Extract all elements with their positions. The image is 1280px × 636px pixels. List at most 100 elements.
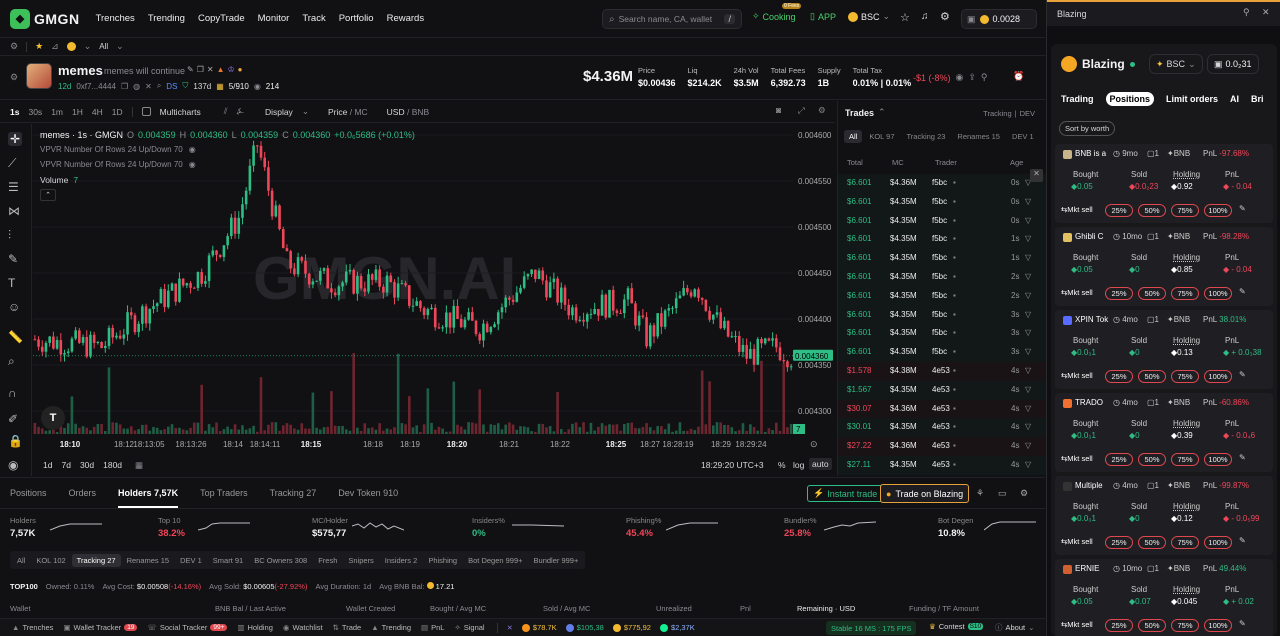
- nav-item-trenches[interactable]: Trenches: [96, 13, 135, 24]
- sell-25pct-button[interactable]: 25%: [1105, 287, 1133, 300]
- pattern-icon[interactable]: ⋈: [8, 204, 20, 218]
- sell-100pct-button[interactable]: 100%: [1204, 453, 1232, 466]
- sell-75pct-button[interactable]: 75%: [1171, 204, 1199, 217]
- eye-icon[interactable]: ◉: [189, 145, 196, 154]
- edit-icon[interactable]: ✎: [1239, 536, 1246, 545]
- sell-75pct-button[interactable]: 75%: [1171, 536, 1199, 549]
- edit-icon[interactable]: ✎: [187, 65, 194, 74]
- trade-trader[interactable]: 4e53: [932, 385, 950, 394]
- gear-icon[interactable]: ⚙: [818, 105, 826, 116]
- position-card[interactable]: ERNIE ◷ 10mo ▢1 ✦BNB PnL 49.44% Bought ◆0.05 So…: [1055, 559, 1273, 636]
- filter-icon[interactable]: ▽: [1025, 347, 1031, 356]
- interval-1D[interactable]: 1D: [112, 107, 123, 117]
- filter-icon[interactable]: ▽: [1025, 460, 1031, 469]
- indicator-icon[interactable]: ⫽: [224, 106, 228, 117]
- interval-1s[interactable]: 1s: [10, 107, 19, 117]
- nav-item-copytrade[interactable]: CopyTrade: [198, 13, 245, 24]
- trade-row[interactable]: $6.601 $4.35M f5bc ▪ 1s ▽: [838, 249, 1046, 268]
- filter-icon[interactable]: ▽: [1025, 385, 1031, 394]
- flame-icon[interactable]: ▲: [217, 65, 225, 74]
- holder-col-1[interactable]: BNB Bal / Last Active: [215, 604, 286, 613]
- emoji-icon[interactable]: ☺: [8, 300, 20, 314]
- holder-filter-4[interactable]: DEV 1: [175, 554, 207, 567]
- filter-icon[interactable]: ▽: [1025, 310, 1031, 319]
- holder-col-8[interactable]: Funding / TF Amount: [909, 604, 979, 613]
- range-1d[interactable]: 1d: [43, 460, 52, 470]
- filter-icon[interactable]: ▽: [1025, 291, 1031, 300]
- star-filled-icon[interactable]: ★: [35, 41, 43, 52]
- blazing-tab-bri[interactable]: Bri: [1251, 94, 1264, 104]
- holder-col-2[interactable]: Wallet Created: [346, 604, 395, 613]
- trade-row[interactable]: $6.601 $4.35M f5bc ▪ 3s ▽: [838, 324, 1046, 344]
- holder-filter-0[interactable]: All: [12, 554, 30, 567]
- logo[interactable]: ◆ GMGN: [10, 8, 80, 29]
- sell-100pct-button[interactable]: 100%: [1204, 536, 1232, 549]
- vpvr-indicator-2[interactable]: VPVR Number Of Rows 24 Up/Down 70 ◉: [40, 160, 196, 169]
- sell-25pct-button[interactable]: 25%: [1105, 619, 1133, 632]
- holder-filter-2[interactable]: Tracking 27: [71, 553, 121, 567]
- crown-icon[interactable]: ♔: [228, 65, 235, 74]
- trend-line-icon[interactable]: ⟋: [8, 156, 16, 171]
- sell-25pct-button[interactable]: 25%: [1105, 370, 1133, 383]
- footer-social-tracker[interactable]: ☏ Social Tracker 99+: [147, 623, 228, 632]
- footer-holding[interactable]: ▥ Holding: [237, 623, 273, 632]
- holder-col-0[interactable]: Wallet: [10, 604, 31, 613]
- holder-filter-1[interactable]: KOL 102: [31, 554, 70, 567]
- interval-1m[interactable]: 1m: [51, 107, 63, 117]
- sell-50pct-button[interactable]: 50%: [1138, 453, 1166, 466]
- pin-icon[interactable]: ⚲: [1243, 7, 1250, 18]
- bottom-tab-3[interactable]: Top Traders: [200, 478, 248, 508]
- sell-25pct-button[interactable]: 25%: [1105, 453, 1133, 466]
- sell-25pct-button[interactable]: 25%: [1105, 204, 1133, 217]
- holder-col-4[interactable]: Sold / Avg MC: [543, 604, 590, 613]
- interval-4H[interactable]: 4H: [92, 107, 103, 117]
- nav-item-monitor[interactable]: Monitor: [258, 13, 290, 24]
- fib-icon[interactable]: ☰: [8, 180, 19, 194]
- search-box[interactable]: ⌕ Search name, CA, wallet /: [602, 9, 742, 29]
- blazing-tab-limit-orders[interactable]: Limit orders: [1166, 94, 1218, 104]
- bottom-tab-2[interactable]: Holders 7,57K: [118, 478, 179, 508]
- copy-icon[interactable]: ❐: [121, 82, 128, 91]
- sell-100pct-button[interactable]: 100%: [1204, 370, 1232, 383]
- search-input[interactable]: Search name, CA, wallet: [619, 14, 721, 24]
- filter-icon[interactable]: ▽: [1025, 197, 1031, 206]
- star-icon[interactable]: ☆: [900, 11, 910, 24]
- holder-filter-3[interactable]: Renames 15: [122, 554, 175, 567]
- sell-50pct-button[interactable]: 50%: [1138, 536, 1166, 549]
- holder-filter-10[interactable]: Phishing: [423, 554, 462, 567]
- percent-toggle[interactable]: %: [778, 460, 786, 470]
- sort-button[interactable]: Sort by worth: [1059, 121, 1116, 136]
- brush-icon[interactable]: ✎: [8, 252, 18, 266]
- log-toggle[interactable]: log: [793, 460, 804, 470]
- sell-25pct-button[interactable]: 25%: [1105, 536, 1133, 549]
- ruler-icon[interactable]: 📏: [8, 330, 23, 344]
- multicharts-toggle[interactable]: Multicharts: [160, 107, 201, 117]
- tradingview-logo[interactable]: T: [41, 406, 65, 430]
- wallet-balance-button[interactable]: ▣ 0.0028: [961, 9, 1037, 29]
- chart-icon[interactable]: ⊿: [51, 41, 59, 52]
- sell-50pct-button[interactable]: 50%: [1138, 370, 1166, 383]
- blazing-balance[interactable]: ▣ 0.0₂31: [1207, 54, 1259, 74]
- price-toggle[interactable]: Price / MC: [328, 107, 368, 117]
- eye-icon[interactable]: ◉: [956, 72, 964, 83]
- filter-icon[interactable]: ▽: [1025, 272, 1031, 281]
- trade-trader[interactable]: f5bc: [932, 197, 947, 206]
- checkbox-icon[interactable]: [141, 107, 151, 116]
- footer-watchlist[interactable]: ◉ Watchlist: [283, 623, 323, 632]
- close-icon[interactable]: ✕: [1030, 169, 1043, 182]
- footer-trending[interactable]: ▲ Trending: [371, 623, 411, 632]
- sell-100pct-button[interactable]: 100%: [1204, 204, 1232, 217]
- collapse-legend-button[interactable]: ⌃: [40, 189, 56, 201]
- measure-icon[interactable]: ⫶: [8, 228, 11, 243]
- blazing-chain-select[interactable]: ✦ BSC ⌄: [1149, 54, 1203, 74]
- zoom-icon[interactable]: ⌕: [8, 354, 15, 369]
- text-icon[interactable]: T: [8, 276, 15, 290]
- copy-icon[interactable]: ❐: [197, 65, 204, 74]
- trades-filter[interactable]: Tracking | DEV: [983, 109, 1035, 118]
- filter-icon[interactable]: ▽: [1025, 441, 1031, 450]
- sell-50pct-button[interactable]: 50%: [1138, 204, 1166, 217]
- trade-trader[interactable]: 4e53: [932, 404, 950, 413]
- coin-icon[interactable]: ●: [238, 65, 243, 74]
- sell-75pct-button[interactable]: 75%: [1171, 453, 1199, 466]
- bottom-tab-0[interactable]: Positions: [10, 478, 47, 508]
